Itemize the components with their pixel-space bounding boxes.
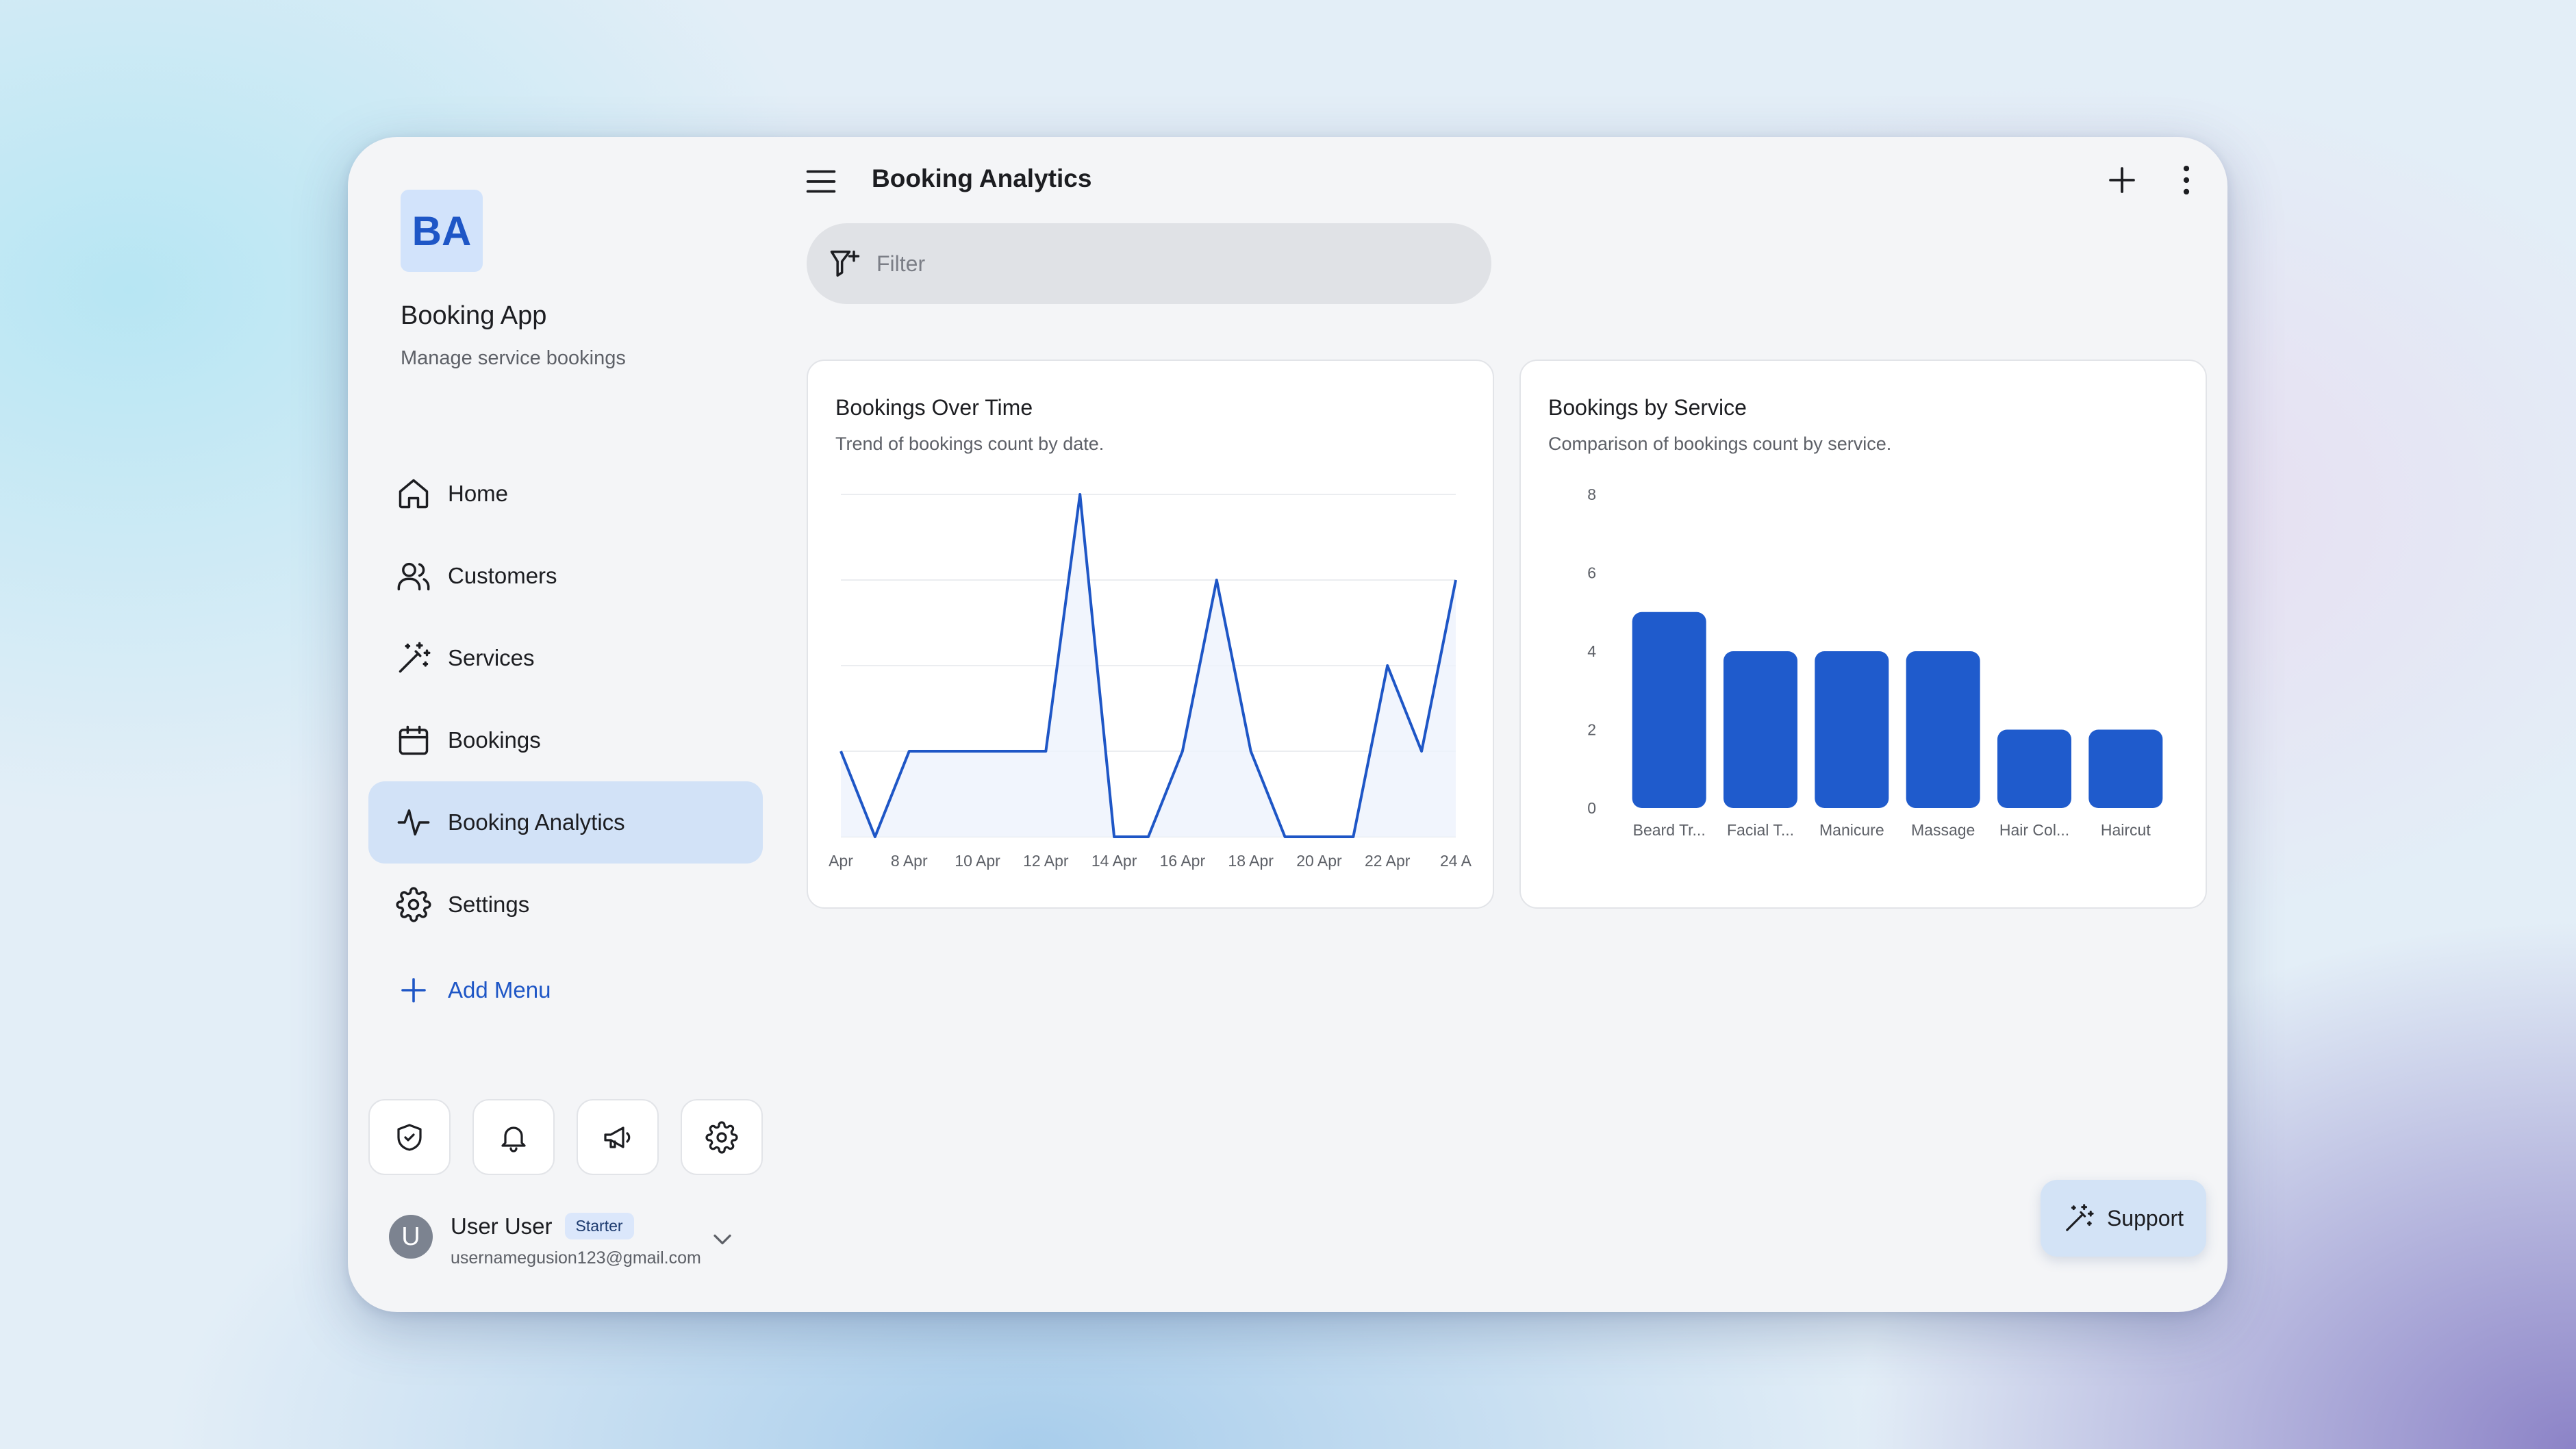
x-tick-label: Beard Tr... bbox=[1633, 821, 1706, 839]
x-tick-label: 18 Apr bbox=[1228, 852, 1274, 870]
app-window: BA Booking App Manage service bookings H… bbox=[348, 137, 2227, 1312]
sidebar-item-label: Home bbox=[448, 481, 509, 506]
megaphone-icon bbox=[604, 1126, 631, 1148]
magic-wand-icon bbox=[2066, 1204, 2094, 1231]
add-menu-button[interactable]: Add Menu bbox=[397, 974, 551, 1007]
y-tick-label: 6 bbox=[1587, 564, 1596, 582]
gear-icon bbox=[396, 887, 431, 922]
plan-badge: Starter bbox=[564, 1213, 634, 1239]
x-tick-label: 10 Apr bbox=[955, 852, 1000, 870]
filter-bar[interactable] bbox=[807, 223, 1491, 304]
chevron-down-icon[interactable] bbox=[707, 1224, 737, 1255]
app-logo-initials: BA bbox=[412, 207, 472, 254]
y-tick-label: 8 bbox=[1587, 486, 1596, 503]
sidebar-item-booking-analytics[interactable]: Booking Analytics bbox=[368, 781, 763, 864]
x-tick-label: Facial T... bbox=[1727, 821, 1794, 839]
y-tick-label: 2 bbox=[1587, 721, 1596, 739]
avatar-initial: U bbox=[401, 1222, 420, 1251]
x-tick-label: Massage bbox=[1911, 821, 1975, 839]
bookings-by-service-card: Bookings by Service Comparison of bookin… bbox=[1519, 360, 2207, 909]
x-tick-label: 12 Apr bbox=[1023, 852, 1069, 870]
activity-icon bbox=[397, 809, 430, 836]
gear-icon bbox=[705, 1120, 738, 1154]
announcements-button[interactable] bbox=[577, 1099, 659, 1175]
bookings-over-time-card: Bookings Over Time Trend of bookings cou… bbox=[807, 360, 1494, 909]
x-tick-label: 16 Apr bbox=[1160, 852, 1206, 870]
filter-input[interactable] bbox=[875, 250, 1426, 277]
sidebar-item-customers[interactable]: Customers bbox=[368, 535, 763, 617]
bar bbox=[1723, 651, 1797, 808]
sidebar-item-label: Customers bbox=[448, 563, 557, 588]
user-name-row: User User Starter bbox=[451, 1213, 634, 1239]
home-icon bbox=[399, 479, 429, 509]
user-email: usernamegusion123@gmail.com bbox=[451, 1248, 701, 1268]
users-icon bbox=[397, 562, 430, 591]
bar bbox=[1997, 729, 2071, 808]
x-tick-label: Hair Col... bbox=[1999, 821, 2069, 839]
menu-icon[interactable] bbox=[801, 162, 841, 201]
security-button[interactable] bbox=[368, 1099, 451, 1175]
x-tick-label: Haircut bbox=[2101, 821, 2151, 839]
bar bbox=[2088, 729, 2163, 808]
y-tick-label: 4 bbox=[1587, 642, 1596, 660]
app-logo: BA bbox=[401, 190, 483, 272]
magic-wand-icon bbox=[399, 642, 431, 673]
y-tick-label: 0 bbox=[1587, 799, 1596, 817]
preferences-button[interactable] bbox=[681, 1099, 763, 1175]
line-chart: Apr 8 Apr 10 Apr 12 Apr 14 Apr 16 Apr 18 Apr 20… bbox=[829, 493, 1472, 870]
bar bbox=[1815, 651, 1889, 808]
sidebar-item-label: Services bbox=[448, 645, 535, 670]
bar bbox=[1906, 651, 1980, 808]
sidebar-item-bookings[interactable]: Bookings bbox=[368, 699, 763, 781]
calendar-icon bbox=[399, 725, 429, 755]
support-label: Support bbox=[2106, 1205, 2184, 1231]
filter-add-icon bbox=[830, 250, 860, 277]
sidebar-item-settings[interactable]: Settings bbox=[368, 864, 763, 946]
add-menu-label: Add Menu bbox=[448, 977, 551, 1003]
bar-chart: 0 2 4 6 8 Beard Tr... Facial T... Manicure Massa… bbox=[1587, 486, 2163, 839]
avatar[interactable]: U bbox=[389, 1215, 433, 1259]
x-tick-label: 20 Apr bbox=[1296, 852, 1342, 870]
x-tick-label: Manicure bbox=[1819, 821, 1884, 839]
sidebar-item-label: Bookings bbox=[448, 727, 541, 753]
page-title: Booking Analytics bbox=[872, 164, 1092, 192]
app-name: Booking App bbox=[401, 301, 547, 330]
sidebar-item-services[interactable]: Services bbox=[368, 617, 763, 699]
support-button[interactable]: Support bbox=[2041, 1180, 2206, 1257]
sidebar-item-label: Settings bbox=[448, 892, 530, 917]
x-tick-label: 8 Apr bbox=[891, 852, 928, 870]
user-name: User User bbox=[451, 1213, 553, 1239]
bar bbox=[1632, 612, 1706, 808]
x-tick-label: 14 Apr bbox=[1091, 852, 1137, 870]
x-tick-label: 22 Apr bbox=[1365, 852, 1411, 870]
shield-check-icon bbox=[397, 1123, 422, 1151]
notifications-button[interactable] bbox=[472, 1099, 555, 1175]
sidebar-item-home[interactable]: Home bbox=[368, 453, 763, 535]
x-tick-label: Apr bbox=[829, 852, 853, 870]
add-icon[interactable] bbox=[2102, 160, 2142, 200]
bell-icon bbox=[501, 1126, 526, 1152]
app-subtitle: Manage service bookings bbox=[401, 347, 626, 369]
plus-icon bbox=[401, 978, 426, 1003]
x-tick-label: 24 A bbox=[1440, 852, 1472, 870]
more-vertical-icon[interactable] bbox=[2167, 160, 2206, 200]
sidebar-item-label: Booking Analytics bbox=[448, 809, 625, 835]
